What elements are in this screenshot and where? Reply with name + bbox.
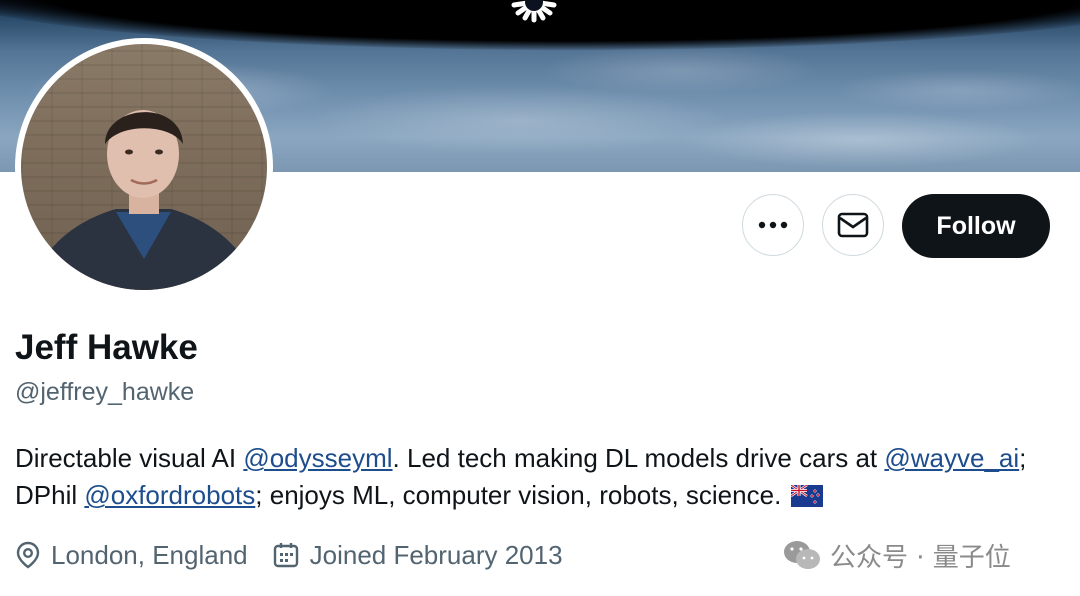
bio-text: Directable visual AI <box>15 443 244 473</box>
mention-link-wayve[interactable]: @wayve_ai <box>884 443 1019 473</box>
location-pin-icon <box>16 541 40 569</box>
mention-link-odysseyml[interactable]: @odysseyml <box>243 443 392 473</box>
profile-avatar[interactable] <box>15 38 273 296</box>
location-text: London, England <box>51 539 248 570</box>
banner-logo-icon <box>511 0 557 23</box>
message-button[interactable] <box>822 194 884 256</box>
location-item: London, England <box>15 540 248 571</box>
new-zealand-flag-icon <box>790 485 823 507</box>
profile-name: Jeff Hawke <box>15 328 198 367</box>
joined-text: Joined February 2013 <box>309 539 563 570</box>
joined-item: Joined February 2013 <box>272 540 563 571</box>
avatar-photo <box>21 44 267 290</box>
profile-bio: Directable visual AI @odysseyml. Led tec… <box>15 440 1055 514</box>
avatar-portrait-icon <box>31 110 257 290</box>
calendar-icon <box>273 543 298 568</box>
mention-link-oxfordrobots[interactable]: @oxfordrobots <box>84 480 255 510</box>
bio-text: . Led tech making DL models drive cars a… <box>392 443 885 473</box>
bio-text: ; enjoys ML, computer vision, robots, sc… <box>255 480 789 510</box>
profile-meta: London, England Joined February 2013 <box>15 535 587 575</box>
more-horizontal-icon <box>758 221 788 229</box>
more-button[interactable] <box>742 194 804 256</box>
envelope-icon <box>837 212 869 238</box>
watermark: 公众号 · 量子位 <box>782 535 1011 575</box>
follow-button[interactable]: Follow <box>902 194 1050 258</box>
wechat-icon <box>784 541 820 569</box>
watermark-text: 公众号 · 量子位 <box>830 542 1011 573</box>
profile-handle: @jeffrey_hawke <box>15 378 195 406</box>
